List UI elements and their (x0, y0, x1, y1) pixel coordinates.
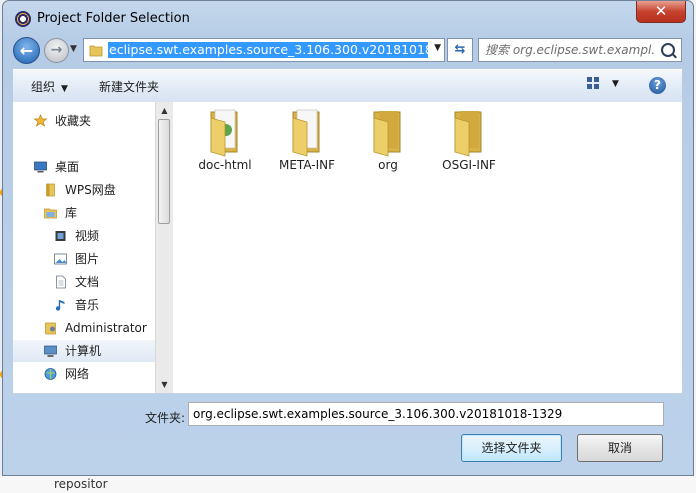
nav-item-music[interactable]: 音乐 (13, 294, 155, 316)
nav-item-wps-drive[interactable]: WPS网盘 (13, 179, 155, 201)
nav-item-label: WPS网盘 (65, 183, 116, 197)
browser-content: 收藏夹 桌面 WPS网盘 库 视频 图片 文档 音乐 Administrator… (13, 102, 682, 394)
address-path[interactable]: eclipse.swt.examples.source_3.106.300.v2… (108, 42, 428, 58)
nav-item-label: 桌面 (55, 160, 80, 174)
recent-locations-dropdown[interactable]: ▼ (70, 44, 82, 56)
new-folder-button[interactable]: 新建文件夹 (99, 78, 159, 95)
folder-doc-html[interactable]: doc-html (187, 108, 263, 178)
nav-item-administrator[interactable]: Administrator (13, 317, 155, 339)
video-icon (55, 231, 66, 241)
nav-item-label: 音乐 (75, 298, 100, 312)
select-folder-button[interactable]: 选择文件夹 (461, 434, 562, 462)
refresh-button[interactable]: ⇆ (447, 38, 473, 62)
library-icon (44, 208, 57, 219)
folder-list: doc-html META-INF org OSGI-INF (173, 102, 682, 393)
nav-item-label: 计算机 (65, 344, 102, 358)
back-arrow-icon: ← (19, 41, 34, 60)
dialog-title: Project Folder Selection (37, 11, 190, 26)
search-icon[interactable] (661, 43, 675, 57)
background-repository-text: repositor (54, 477, 108, 491)
folder-icon (292, 109, 320, 157)
navigation-pane: 收藏夹 桌面 WPS网盘 库 视频 图片 文档 音乐 Administrator… (13, 102, 155, 393)
search-input[interactable] (485, 42, 655, 58)
folder-meta-inf[interactable]: META-INF (269, 108, 345, 178)
music-icon (55, 300, 65, 311)
nav-item-library[interactable]: 库 (13, 202, 155, 224)
nav-item-label: Administrator (65, 321, 147, 335)
folder-icon (454, 111, 482, 157)
folder-icon (373, 111, 401, 157)
nav-item-label: 库 (65, 206, 78, 220)
network-icon (44, 368, 57, 380)
command-toolbar: 组织 ▼ 新建文件夹 ▼ ? (13, 69, 682, 103)
nav-item-videos[interactable]: 视频 (13, 225, 155, 247)
organize-menu-button[interactable]: 组织 ▼ (31, 78, 68, 95)
eclipse-icon (15, 11, 31, 27)
folder-name: org (378, 158, 398, 172)
picture-icon (54, 253, 67, 265)
nav-item-documents[interactable]: 文档 (13, 271, 155, 293)
chevron-down-icon: ▼ (61, 84, 68, 94)
folder-name: META-INF (278, 158, 336, 172)
view-dropdown-icon[interactable]: ▼ (612, 79, 619, 89)
user-folder-icon (45, 322, 56, 335)
nav-item-label: 图片 (75, 252, 100, 266)
nav-item-pictures[interactable]: 图片 (13, 248, 155, 270)
folder-name-field[interactable] (188, 402, 664, 426)
nav-item-favorites[interactable]: 收藏夹 (13, 110, 155, 132)
search-box[interactable] (478, 38, 682, 62)
nav-item-computer[interactable]: 计算机 (13, 340, 155, 362)
address-bar[interactable]: eclipse.swt.examples.source_3.106.300.v2… (83, 38, 445, 62)
cancel-button[interactable]: 取消 (577, 434, 663, 462)
back-button[interactable]: ← (13, 37, 40, 64)
address-dropdown-icon[interactable]: ▼ (434, 43, 441, 53)
nav-item-label: 视频 (75, 229, 100, 243)
star-icon (33, 114, 48, 127)
view-options-icon[interactable] (587, 77, 601, 91)
forward-button[interactable]: → (44, 38, 69, 63)
folder-field-label: 文件夹: (145, 411, 186, 425)
nav-scrollbar[interactable]: ▲ ▼ (155, 102, 173, 393)
nav-item-label: 收藏夹 (55, 114, 92, 128)
document-icon (56, 275, 66, 289)
desktop-icon (34, 161, 47, 173)
close-button[interactable]: ✕ (636, 1, 686, 23)
folder-org[interactable]: org (350, 108, 426, 178)
folder-icon (46, 183, 55, 197)
forward-arrow-icon: → (50, 42, 63, 58)
folder-name: OSGI-INF (442, 158, 496, 172)
organize-label: 组织 (31, 80, 56, 94)
nav-item-label: 网络 (65, 367, 90, 381)
computer-icon (44, 345, 57, 357)
nav-item-network[interactable]: 网络 (13, 363, 155, 385)
help-icon[interactable]: ? (649, 77, 666, 94)
scroll-up-icon[interactable]: ▲ (156, 102, 173, 119)
folder-name: doc-html (198, 158, 252, 172)
scroll-thumb[interactable] (158, 119, 170, 224)
refresh-icon: ⇆ (454, 42, 466, 57)
nav-item-desktop[interactable]: 桌面 (13, 156, 155, 178)
folder-with-pages-icon (210, 109, 238, 157)
folder-icon (89, 45, 103, 57)
nav-item-label: 文档 (75, 275, 100, 289)
scroll-down-icon[interactable]: ▼ (156, 376, 173, 393)
folder-osgi-inf[interactable]: OSGI-INF (431, 108, 507, 178)
